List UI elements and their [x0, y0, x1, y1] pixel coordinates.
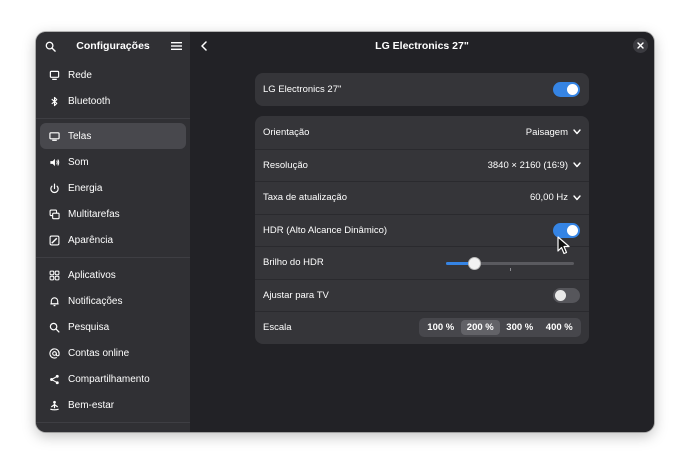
monitor-enable-switch[interactable]	[553, 81, 580, 97]
slider-mark	[510, 267, 511, 271]
refresh-rate-label: Taxa de atualização	[263, 192, 347, 204]
sidebar-item-label: Compartilhamento	[68, 373, 150, 385]
share-icon	[48, 373, 60, 385]
scale-option-200[interactable]: 200 %	[460, 320, 500, 336]
sidebar-header: Configurações	[36, 32, 190, 60]
monitor-enable-row[interactable]: LG Electronics 27"	[255, 73, 589, 106]
sidebar-separator	[36, 257, 190, 258]
sidebar: Configurações Rede Bluetooth Telas Som E…	[36, 32, 190, 432]
resolution-row[interactable]: Resolução 3840 × 2160 (16∶9)	[255, 148, 589, 182]
display-icon	[48, 130, 60, 142]
orientation-label: Orientação	[263, 126, 310, 138]
sidebar-item-telas[interactable]: Telas	[40, 123, 186, 149]
desktop-icon	[48, 69, 60, 81]
refresh-rate-row[interactable]: Taxa de atualização 60,00 Hz	[255, 181, 589, 214]
speaker-icon	[48, 156, 60, 168]
bell-icon	[48, 295, 60, 307]
sidebar-item-label: Bluetooth	[68, 95, 111, 107]
sidebar-item-rede[interactable]: Rede	[40, 62, 186, 88]
sidebar-item-pesquisa[interactable]: Pesquisa	[40, 314, 186, 340]
sidebar-item-label: Bem-estar	[68, 399, 115, 411]
orientation-dropdown[interactable]: Paisagem	[526, 127, 581, 138]
chevron-down-icon	[573, 195, 581, 200]
orientation-value: Paisagem	[525, 126, 568, 138]
monitor-card: LG Electronics 27"	[255, 73, 589, 106]
sidebar-item-aplicativos[interactable]: Aplicativos	[40, 262, 186, 288]
power-icon	[48, 182, 60, 194]
hamburger-menu-icon	[170, 42, 182, 50]
sidebar-item-aparencia[interactable]: Aparência	[40, 227, 186, 253]
sidebar-item-label: Multitarefas	[68, 208, 120, 220]
sidebar-item-multitarefas[interactable]: Multitarefas	[40, 201, 186, 227]
orientation-row[interactable]: Orientação Paisagem	[255, 116, 589, 149]
tv-adjust-switch[interactable]	[553, 287, 580, 303]
sidebar-separator	[36, 118, 190, 119]
multitasking-icon	[48, 208, 60, 220]
sidebar-item-label: Pesquisa	[68, 321, 110, 333]
sidebar-item-label: Contas online	[68, 347, 130, 359]
hdr-brightness-slider[interactable]	[446, 256, 574, 271]
sidebar-separator	[36, 422, 190, 423]
scale-option-400[interactable]: 400 %	[540, 320, 580, 335]
search-icon	[48, 321, 60, 333]
display-settings-card: Orientação Paisagem Resolução 3840 × 216…	[255, 116, 589, 344]
sidebar-item-label: Energia	[68, 182, 103, 194]
sidebar-item-notificacoes[interactable]: Notificações	[40, 288, 186, 314]
scale-selector: 100 % 200 % 300 % 400 %	[419, 318, 581, 338]
content-header: LG Electronics 27"	[190, 32, 654, 60]
page-title: LG Electronics 27"	[375, 40, 469, 52]
sidebar-item-label: Aplicativos	[68, 269, 116, 281]
at-sign-icon	[48, 347, 60, 359]
sidebar-item-energia[interactable]: Energia	[40, 175, 186, 201]
scale-option-300[interactable]: 300 %	[500, 320, 540, 335]
sidebar-item-label: Som	[68, 156, 89, 168]
resolution-label: Resolução	[263, 159, 308, 171]
sidebar-item-label: Rede	[68, 69, 92, 81]
apps-grid-icon	[48, 269, 60, 281]
sidebar-item-compartilhamento[interactable]: Compartilhamento	[40, 366, 186, 392]
settings-window: Configurações Rede Bluetooth Telas Som E…	[36, 32, 654, 432]
resolution-value: 3840 × 2160 (16∶9)	[487, 159, 568, 171]
chevron-down-icon	[573, 129, 581, 135]
appearance-icon	[48, 234, 60, 246]
bluetooth-icon	[48, 95, 60, 107]
sidebar-item-contas-online[interactable]: Contas online	[40, 340, 186, 366]
switch-knob	[555, 289, 566, 301]
hdr-row[interactable]: HDR (Alto Alcance Dinâmico)	[255, 213, 589, 247]
sidebar-item-som[interactable]: Som	[40, 149, 186, 175]
sidebar-item-label: Telas	[68, 130, 92, 142]
chevron-down-icon	[573, 162, 581, 168]
mouse-pointer-icon	[557, 236, 570, 255]
sidebar-item-bluetooth[interactable]: Bluetooth	[40, 88, 186, 114]
scale-row: Escala 100 % 200 % 300 % 400 %	[255, 311, 589, 344]
hdr-brightness-row: Brilho do HDR	[255, 246, 589, 279]
content-pane: LG Electronics 27" LG Electronics 27" Or…	[190, 32, 654, 432]
switch-knob	[567, 83, 578, 95]
refresh-rate-dropdown[interactable]: 60,00 Hz	[530, 192, 581, 203]
scale-option-100[interactable]: 100 %	[421, 320, 461, 335]
resolution-dropdown[interactable]: 3840 × 2160 (16∶9)	[488, 160, 581, 171]
main-menu-button[interactable]	[166, 36, 186, 56]
refresh-rate-value: 60,00 Hz	[529, 192, 568, 204]
hdr-label: HDR (Alto Alcance Dinâmico)	[263, 224, 388, 236]
tv-adjust-label: Ajustar para TV	[263, 289, 329, 301]
tv-adjust-row[interactable]: Ajustar para TV	[255, 278, 589, 312]
sidebar-item-label: Aparência	[68, 234, 114, 246]
slider-thumb[interactable]	[468, 256, 481, 270]
sidebar-item-label: Notificações	[68, 295, 123, 307]
switch-knob	[567, 224, 578, 236]
monitor-name-label: LG Electronics 27"	[263, 83, 342, 95]
wellbeing-icon	[48, 399, 60, 411]
close-button[interactable]	[633, 38, 648, 53]
close-icon	[637, 42, 644, 49]
sidebar-item-bem-estar[interactable]: Bem-estar	[40, 392, 186, 418]
